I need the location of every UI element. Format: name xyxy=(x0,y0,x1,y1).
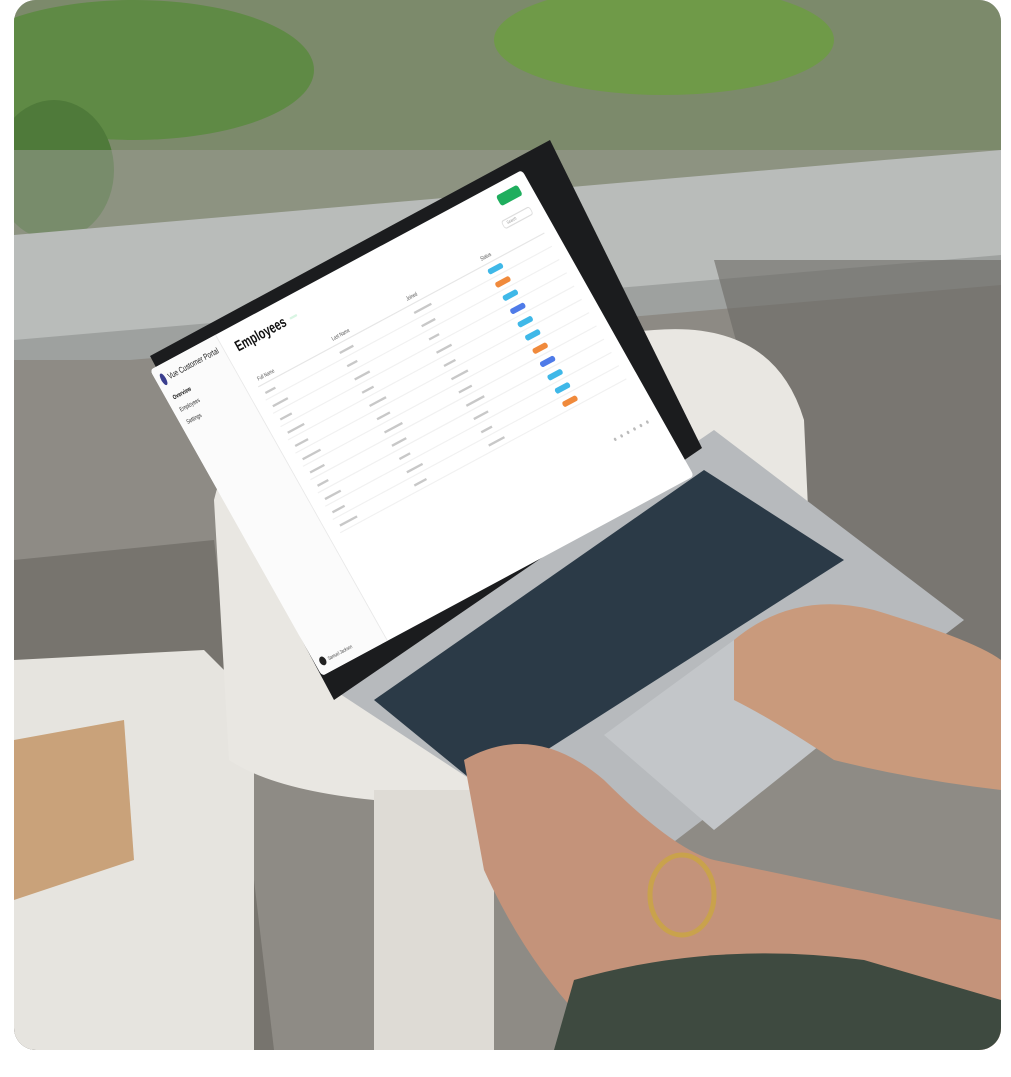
text-placeholder xyxy=(339,514,358,527)
photo: Vue Customer Portal Overview Employees S… xyxy=(14,0,1001,1050)
pagination xyxy=(613,419,650,442)
text-placeholder xyxy=(480,425,493,433)
page-dot[interactable] xyxy=(613,437,618,442)
page-dot[interactable] xyxy=(626,430,630,435)
text-placeholder xyxy=(309,463,325,474)
text-placeholder xyxy=(346,359,358,367)
text-placeholder xyxy=(428,332,440,341)
text-placeholder xyxy=(376,410,391,420)
page-dot[interactable] xyxy=(619,433,624,439)
text-placeholder xyxy=(443,358,456,367)
text-placeholder xyxy=(391,436,407,447)
text-placeholder xyxy=(316,478,329,487)
count-badge xyxy=(288,313,298,320)
text-placeholder xyxy=(264,386,276,394)
text-placeholder xyxy=(294,437,309,447)
text-placeholder xyxy=(487,435,505,447)
status-badge xyxy=(561,394,579,408)
text-placeholder xyxy=(331,504,345,513)
text-placeholder xyxy=(361,385,374,394)
page-dot[interactable] xyxy=(645,419,650,425)
page-dot[interactable] xyxy=(632,426,637,432)
text-placeholder xyxy=(398,451,411,460)
user-name: Samuel Jackson xyxy=(326,642,353,661)
text-placeholder xyxy=(457,384,472,394)
text-placeholder xyxy=(413,477,427,487)
text-placeholder xyxy=(420,317,436,327)
text-placeholder xyxy=(279,411,293,421)
page-dot[interactable] xyxy=(638,423,643,428)
text-placeholder xyxy=(472,409,489,420)
text-placeholder xyxy=(338,344,354,354)
